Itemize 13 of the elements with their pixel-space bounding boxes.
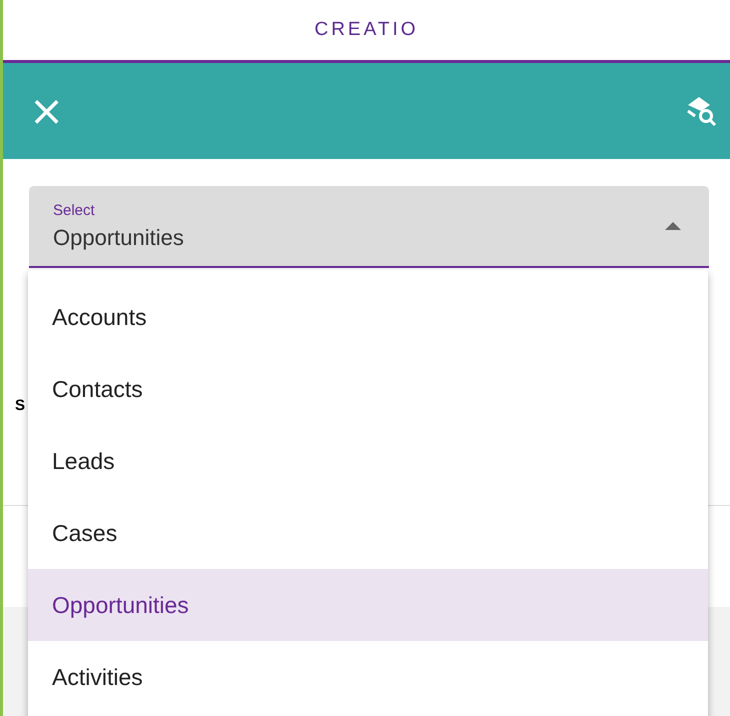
menu-option[interactable]: Activities	[28, 641, 708, 713]
caret-icon	[665, 222, 681, 230]
menu-option[interactable]: Leads	[28, 425, 708, 497]
menu-option[interactable]: Opportunities	[28, 569, 708, 641]
menu-option[interactable]: Accounts	[28, 281, 708, 353]
app-title: CREATIO	[314, 19, 419, 41]
select-field[interactable]: Select Opportunities	[29, 186, 709, 268]
field-label: Select	[53, 202, 96, 218]
menu-option[interactable]: Contacts	[28, 353, 708, 425]
search-icon[interactable]	[684, 94, 718, 128]
field-value: Opportunities	[53, 224, 184, 250]
background-text: S	[15, 397, 26, 414]
menu-option[interactable]: Cases	[28, 497, 708, 569]
